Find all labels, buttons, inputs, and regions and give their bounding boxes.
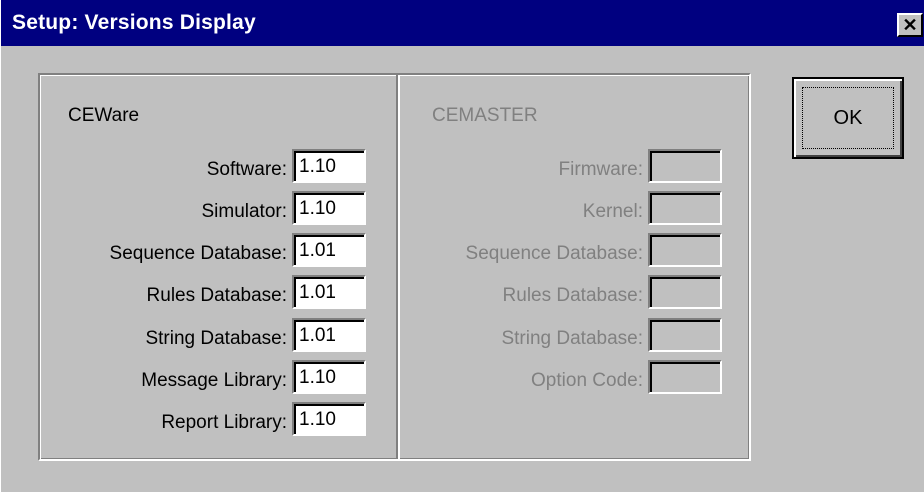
- cemaster-kernel-label: Kernel:: [582, 201, 643, 222]
- ceware-report-library-field[interactable]: 1.10: [292, 402, 366, 436]
- ceware-rules-database-label: Rules Database:: [146, 285, 287, 306]
- close-icon: ✕: [902, 15, 918, 35]
- section-divider: [396, 75, 400, 459]
- ceware-software-label: Software:: [206, 159, 287, 180]
- cemaster-string-database-label: String Database:: [501, 328, 643, 349]
- versions-group-box: [38, 73, 751, 461]
- cemaster-option-code-label: Option Code:: [531, 370, 643, 391]
- cemaster-rules-database-label: Rules Database:: [502, 285, 643, 306]
- ok-button[interactable]: OK: [792, 77, 904, 159]
- ceware-software-field[interactable]: 1.10: [292, 149, 366, 183]
- cemaster-section-title: CEMASTER: [432, 105, 538, 126]
- ceware-section-title: CEWare: [68, 105, 140, 126]
- cemaster-firmware-field: [648, 149, 722, 183]
- cemaster-sequence-database-field: [648, 233, 722, 267]
- close-button[interactable]: ✕: [897, 13, 923, 37]
- ceware-report-library-label: Report Library:: [161, 412, 287, 433]
- ok-button-label: OK: [833, 107, 863, 129]
- ceware-sequence-database-field[interactable]: 1.01: [292, 233, 366, 267]
- ceware-sequence-database-label: Sequence Database:: [109, 243, 287, 264]
- ceware-simulator-label: Simulator:: [201, 201, 287, 222]
- cemaster-firmware-label: Firmware:: [558, 159, 643, 180]
- window-title: Setup: Versions Display: [12, 11, 256, 34]
- ceware-rules-database-field[interactable]: 1.01: [292, 275, 366, 309]
- cemaster-sequence-database-label: Sequence Database:: [465, 243, 643, 264]
- title-bar[interactable]: Setup: Versions Display ✕: [1, 0, 924, 46]
- ceware-simulator-field[interactable]: 1.10: [292, 191, 366, 225]
- ceware-message-library-label: Message Library:: [141, 370, 287, 391]
- cemaster-string-database-field: [648, 318, 722, 352]
- cemaster-kernel-field: [648, 191, 722, 225]
- versions-display-dialog: Setup: Versions Display ✕ CEWare Softwar…: [0, 0, 924, 492]
- ceware-string-database-field[interactable]: 1.01: [292, 318, 366, 352]
- ceware-message-library-field[interactable]: 1.10: [292, 360, 366, 394]
- ceware-string-database-label: String Database:: [145, 328, 287, 349]
- cemaster-option-code-field: [648, 360, 722, 394]
- cemaster-rules-database-field: [648, 275, 722, 309]
